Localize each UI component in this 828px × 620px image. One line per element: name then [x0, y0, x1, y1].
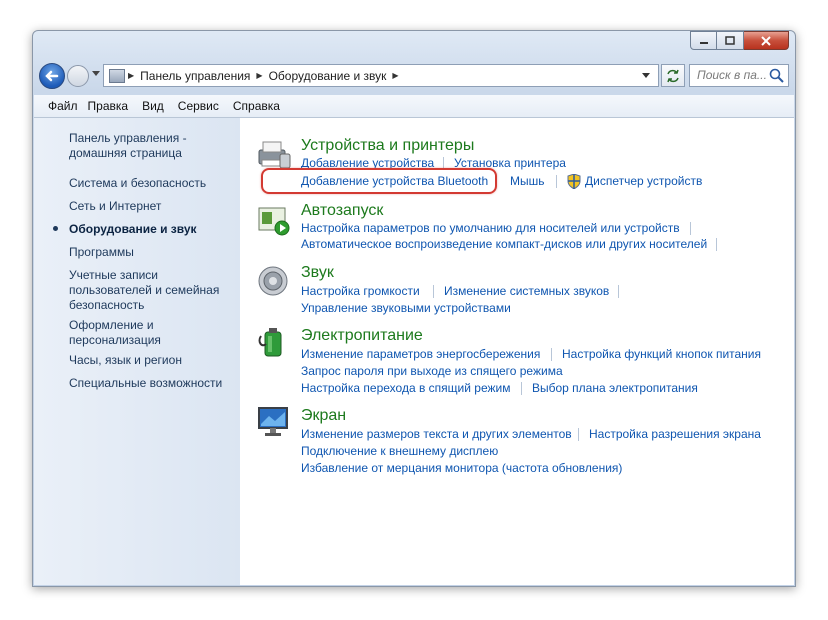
sidebar-item-appearance[interactable]: Оформление и персонализация [69, 318, 161, 348]
search-input[interactable]: Поиск в па... [689, 64, 789, 87]
refresh-icon [667, 69, 679, 82]
sidebar: Панель управления - домашняя страница Си… [34, 118, 240, 585]
link-audio-devices[interactable]: Управление звуковыми устройствами [301, 301, 511, 315]
sidebar-item-network[interactable]: Сеть и Интернет [69, 199, 161, 214]
back-button[interactable] [39, 63, 65, 89]
address-bar[interactable]: ▶ Панель управления ▶ Оборудование и зву… [103, 64, 659, 87]
sidebar-item-accounts[interactable]: Учетные записи пользователей и семейная … [69, 268, 219, 313]
shield-icon [567, 174, 581, 189]
minimize-icon [699, 41, 708, 44]
link-wakeup-password[interactable]: Запрос пароля при выходе из спящего режи… [301, 364, 563, 378]
separator [433, 285, 434, 298]
sidebar-item-home[interactable]: Панель управления - домашняя страница [69, 131, 187, 161]
separator [551, 348, 552, 361]
maximize-icon [725, 36, 735, 45]
sidebar-item-accessibility[interactable]: Специальные возможности [69, 376, 222, 391]
link-refresh-rate[interactable]: Избавление от мерцания монитора (частота… [301, 461, 622, 475]
menu-view[interactable]: Вид [142, 99, 178, 113]
category-title-display[interactable]: Экран [301, 407, 346, 425]
link-device-manager[interactable]: Диспетчер устройств [585, 174, 702, 188]
separator [618, 285, 619, 298]
link-add-bluetooth-device[interactable]: Добавление устройства Bluetooth [301, 174, 488, 188]
link-power-settings[interactable]: Изменение параметров энергосбережения [301, 347, 540, 361]
link-text-size[interactable]: Изменение размеров текста и других элеме… [301, 427, 572, 441]
sidebar-item-programs[interactable]: Программы [69, 245, 134, 260]
link-autoplay-cds[interactable]: Автоматическое воспроизведение компакт-д… [301, 237, 707, 251]
speaker-icon[interactable] [257, 265, 291, 297]
address-dropdown-icon[interactable] [642, 73, 650, 78]
printer-icon[interactable] [256, 138, 292, 170]
separator [578, 428, 579, 441]
link-power-buttons[interactable]: Настройка функций кнопок питания [562, 347, 761, 361]
separator [521, 382, 522, 395]
monitor-icon[interactable] [257, 406, 291, 438]
category-title-autoplay[interactable]: Автозапуск [301, 202, 383, 220]
menu-help[interactable]: Справка [233, 99, 294, 113]
sidebar-item-hardware[interactable]: Оборудование и звук [69, 222, 197, 237]
forward-button[interactable] [67, 65, 89, 87]
category-title-sound[interactable]: Звук [301, 264, 334, 282]
breadcrumb-hardware-sound[interactable]: Оборудование и звук [269, 69, 387, 83]
navigation-bar: ▶ Панель управления ▶ Оборудование и зву… [39, 63, 789, 89]
refresh-button[interactable] [661, 64, 685, 87]
link-system-sounds[interactable]: Изменение системных звуков [444, 284, 609, 298]
breadcrumb-arrow-icon[interactable]: ▶ [256, 71, 262, 80]
back-arrow-icon [45, 70, 59, 82]
link-autoplay-defaults[interactable]: Настройка параметров по умолчанию для но… [301, 221, 680, 235]
breadcrumb-control-panel[interactable]: Панель управления [140, 69, 250, 83]
maximize-button[interactable] [717, 31, 744, 50]
link-sleep-settings[interactable]: Настройка перехода в спящий режим [301, 381, 510, 395]
search-placeholder: Поиск в па... [697, 68, 767, 82]
category-title-devices[interactable]: Устройства и принтеры [301, 137, 474, 155]
link-screen-resolution[interactable]: Настройка разрешения экрана [589, 427, 761, 441]
link-power-plan[interactable]: Выбор плана электропитания [532, 381, 698, 395]
separator [690, 222, 691, 235]
separator [716, 238, 717, 251]
window-caption-buttons [690, 31, 789, 50]
control-panel-icon [109, 68, 125, 83]
breadcrumb-arrow-icon[interactable]: ▶ [392, 71, 398, 80]
battery-icon[interactable] [258, 326, 290, 360]
close-icon [761, 35, 771, 46]
active-item-bullet [53, 226, 58, 231]
category-title-power[interactable]: Электропитание [301, 327, 423, 345]
breadcrumb-arrow-icon[interactable]: ▶ [128, 71, 134, 80]
sidebar-item-clock[interactable]: Часы, язык и регион [69, 353, 182, 368]
menu-tools[interactable]: Сервис [178, 99, 233, 113]
recent-pages-dropdown[interactable] [92, 71, 100, 76]
separator [556, 175, 557, 188]
search-icon[interactable] [769, 68, 784, 83]
link-external-display[interactable]: Подключение к внешнему дисплею [301, 444, 498, 458]
close-button[interactable] [744, 31, 789, 50]
menu-file[interactable]: Файл [34, 99, 88, 113]
minimize-button[interactable] [690, 31, 717, 50]
sidebar-item-security[interactable]: Система и безопасность [69, 176, 206, 191]
menu-bar: Файл Правка Вид Сервис Справка [34, 95, 794, 118]
menu-edit[interactable]: Правка [88, 99, 143, 113]
autoplay-icon[interactable] [257, 206, 291, 236]
link-volume[interactable]: Настройка громкости [301, 284, 420, 298]
link-mouse[interactable]: Мышь [510, 174, 545, 188]
